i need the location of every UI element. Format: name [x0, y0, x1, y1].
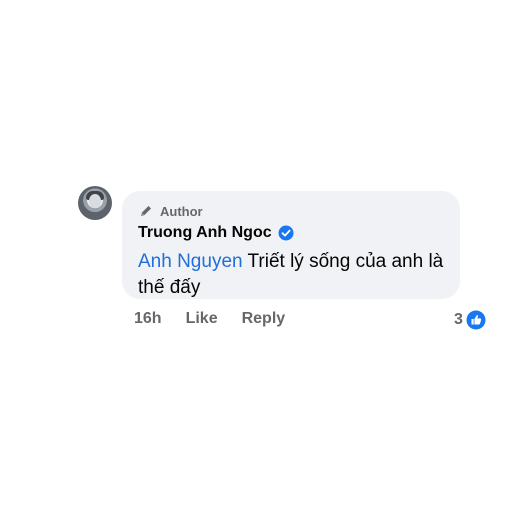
author-badge: Author: [138, 203, 203, 219]
comment-actions: 16h Like Reply: [134, 310, 285, 328]
verified-badge-icon: [278, 225, 294, 241]
pencil-icon: [138, 203, 154, 219]
reply-button[interactable]: Reply: [242, 310, 286, 328]
author-badge-label: Author: [160, 203, 203, 219]
reaction-count: 3: [454, 311, 463, 328]
author-name-row: Truong Anh Ngoc: [138, 224, 294, 242]
reaction-summary[interactable]: 3: [454, 310, 486, 330]
avatar[interactable]: [78, 186, 112, 220]
like-icon: [466, 310, 486, 330]
avatar-face: [89, 194, 101, 208]
like-button[interactable]: Like: [186, 310, 218, 328]
author-name[interactable]: Truong Anh Ngoc: [138, 224, 272, 242]
comment-bubble: Author Truong Anh Ngoc Anh Nguyen Triết …: [122, 191, 460, 299]
comment-text: Anh Nguyen Triết lý sống của anh là thế …: [138, 249, 448, 301]
comment: Author Truong Anh Ngoc Anh Nguyen Triết …: [78, 186, 498, 346]
mention-link[interactable]: Anh Nguyen: [138, 251, 243, 272]
comment-timestamp[interactable]: 16h: [134, 310, 162, 328]
